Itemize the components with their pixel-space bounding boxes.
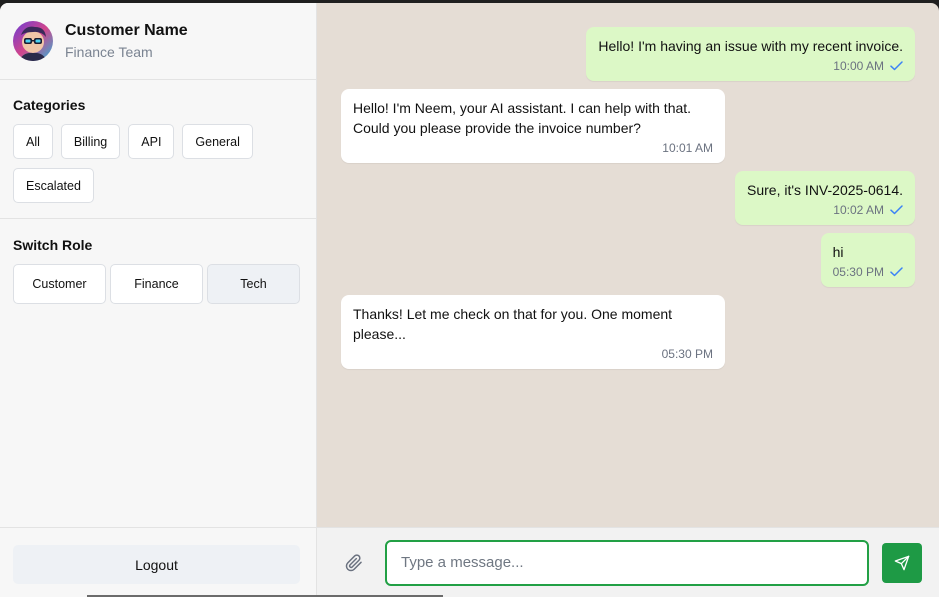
outgoing-message: Sure, it's INV-2025-0614. 10:02 AM: [735, 171, 915, 225]
categories-title: Categories: [13, 97, 86, 113]
message-text: hi: [832, 244, 844, 260]
message-row: Sure, it's INV-2025-0614. 10:02 AM: [341, 171, 915, 225]
role-customer-button[interactable]: Customer: [13, 264, 106, 304]
message-row: hi 05:30 PM: [341, 233, 915, 287]
message-list[interactable]: Hello! I'm having an issue with my recen…: [317, 3, 939, 527]
check-icon: [890, 267, 903, 277]
incoming-message: Hello! I'm Neem, your AI assistant. I ca…: [341, 89, 725, 163]
category-list: All Billing API General Escalated: [13, 124, 303, 203]
chat-panel: Hello! I'm having an issue with my recen…: [317, 3, 939, 597]
message-text: Hello! I'm having an issue with my recen…: [598, 38, 903, 54]
outgoing-message: Hello! I'm having an issue with my recen…: [586, 27, 915, 81]
role-tech-button[interactable]: Tech: [207, 264, 300, 304]
profile-team: Finance Team: [65, 44, 153, 60]
message-composer: [317, 527, 939, 597]
message-row: Hello! I'm Neem, your AI assistant. I ca…: [341, 89, 915, 163]
check-icon: [890, 205, 903, 215]
incoming-message: Thanks! Let me check on that for you. On…: [341, 295, 725, 369]
message-time: 10:01 AM: [662, 141, 713, 155]
profile-header: Customer Name Finance Team: [0, 3, 316, 80]
send-icon: [894, 555, 910, 571]
role-finance-button[interactable]: Finance: [110, 264, 203, 304]
message-time: 05:30 PM: [832, 265, 884, 279]
avatar: [13, 21, 53, 61]
message-input[interactable]: [401, 554, 867, 571]
role-list: Customer Finance Tech: [13, 264, 303, 304]
sidebar: Customer Name Finance Team Categories Al…: [0, 3, 317, 597]
message-input-wrapper: [385, 539, 869, 586]
send-button[interactable]: [882, 542, 922, 583]
category-general-button[interactable]: General: [182, 124, 253, 159]
category-all-button[interactable]: All: [13, 124, 53, 159]
message-text: Thanks! Let me check on that for you. On…: [353, 306, 673, 342]
message-time: 10:00 AM: [833, 59, 884, 73]
message-row: Thanks! Let me check on that for you. On…: [341, 295, 915, 369]
chat-app: Customer Name Finance Team Categories Al…: [0, 3, 939, 597]
logout-button[interactable]: Logout: [13, 545, 300, 584]
sidebar-footer: Logout: [0, 527, 316, 597]
category-api-button[interactable]: API: [128, 124, 175, 159]
categories-section: Categories All Billing API General Escal…: [0, 80, 316, 219]
check-icon: [890, 61, 903, 71]
switch-role-title: Switch Role: [13, 237, 93, 253]
message-row: Hello! I'm having an issue with my recen…: [341, 27, 915, 81]
message-text: Sure, it's INV-2025-0614.: [747, 182, 903, 198]
message-time: 10:02 AM: [833, 203, 884, 217]
paperclip-icon[interactable]: [339, 548, 369, 578]
switch-role-section: Switch Role Customer Finance Tech: [0, 219, 316, 319]
category-billing-button[interactable]: Billing: [60, 124, 121, 159]
category-escalated-button[interactable]: Escalated: [13, 168, 94, 203]
outgoing-message: hi 05:30 PM: [820, 233, 915, 287]
message-time: 05:30 PM: [661, 347, 713, 361]
message-text: Hello! I'm Neem, your AI assistant. I ca…: [353, 100, 692, 136]
profile-name: Customer Name: [65, 22, 188, 39]
